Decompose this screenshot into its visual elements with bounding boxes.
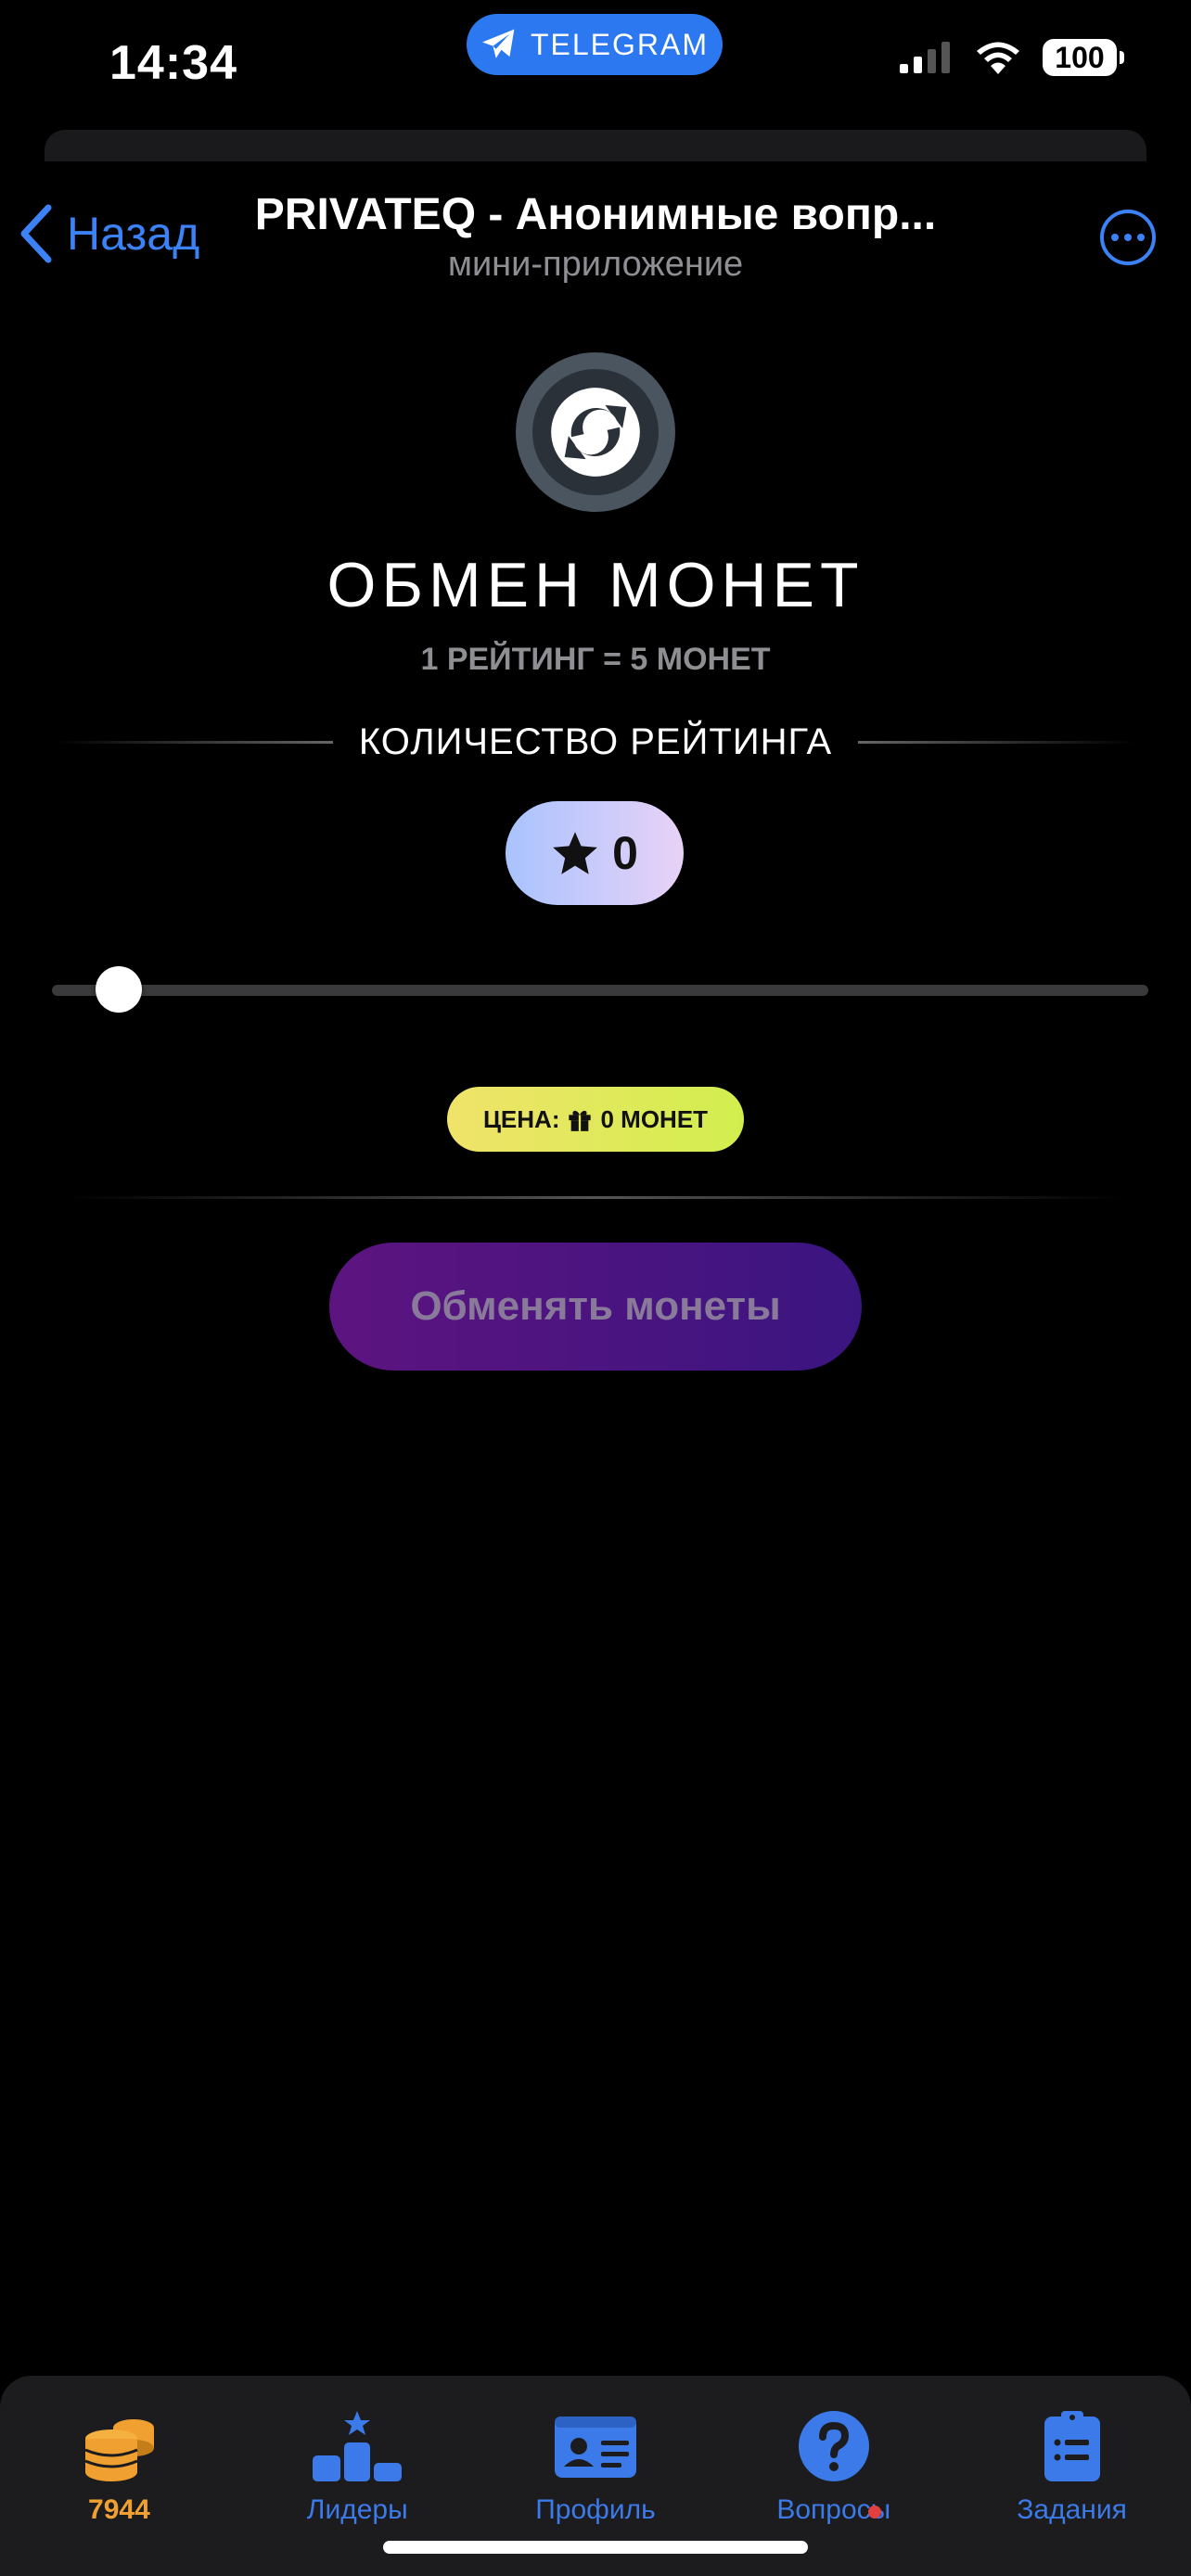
price-badge: ЦЕНА: 0 МОНЕТ bbox=[447, 1087, 744, 1152]
exchange-title: ОБМЕН МОНЕТ bbox=[327, 550, 864, 620]
star-icon bbox=[553, 832, 597, 874]
cellular-signal-icon bbox=[900, 42, 950, 73]
tab-tasks-label: Задания bbox=[1017, 2494, 1127, 2525]
status-indicators: 100 bbox=[898, 39, 1124, 76]
sheet-top-edge bbox=[45, 130, 1146, 161]
battery-indicator: 100 bbox=[1043, 39, 1124, 76]
question-icon bbox=[798, 2411, 869, 2481]
id-card-icon bbox=[554, 2417, 636, 2478]
more-dot bbox=[1137, 234, 1145, 241]
tab-profile-label: Профиль bbox=[535, 2494, 656, 2525]
tab-tasks[interactable]: Задания bbox=[953, 2376, 1191, 2576]
more-dot bbox=[1124, 234, 1132, 241]
divider-left bbox=[56, 741, 333, 744]
rating-amount-pill: 0 bbox=[506, 801, 684, 905]
wifi-icon bbox=[977, 42, 1019, 74]
podium-icon bbox=[313, 2411, 403, 2481]
amount-section-header: КОЛИЧЕСТВО РЕЙТИНГА bbox=[56, 721, 1135, 763]
coins-icon bbox=[84, 2419, 155, 2481]
app-title: PRIVATEQ - Анонимные вопр... bbox=[254, 190, 937, 239]
rating-slider-thumb[interactable] bbox=[96, 966, 142, 1013]
price-prefix: ЦЕНА: bbox=[482, 1104, 560, 1133]
gift-icon bbox=[569, 1110, 592, 1131]
section-divider bbox=[65, 1196, 1126, 1199]
exchange-arrows-icon bbox=[516, 352, 675, 512]
more-dot bbox=[1111, 234, 1119, 241]
price-value: 0 МОНЕТ bbox=[600, 1104, 709, 1133]
app-subtitle: мини-приложение bbox=[447, 245, 744, 284]
status-time: 14:34 bbox=[109, 36, 237, 90]
home-indicator bbox=[383, 2541, 808, 2554]
exchange-rate: 1 РЕЙТИНГ = 5 МОНЕТ bbox=[420, 642, 771, 677]
telegram-icon bbox=[481, 29, 515, 58]
telegram-pill-label: TELEGRAM bbox=[530, 27, 710, 61]
amount-label: КОЛИЧЕСТВО РЕЙТИНГА bbox=[358, 721, 833, 762]
divider-right bbox=[858, 741, 1135, 744]
tab-coins-label: 7944 bbox=[88, 2494, 150, 2525]
telegram-pill[interactable]: TELEGRAM bbox=[467, 14, 723, 75]
tab-coins[interactable]: 7944 bbox=[0, 2376, 238, 2576]
more-options-button[interactable] bbox=[1100, 210, 1156, 265]
clipboard-icon bbox=[1044, 2411, 1100, 2481]
rating-slider-track[interactable] bbox=[52, 985, 1148, 996]
exchange-coins-button[interactable]: Обменять монеты bbox=[329, 1243, 862, 1371]
rating-value: 0 bbox=[612, 827, 638, 879]
tab-leaders-label: Лидеры bbox=[306, 2494, 408, 2525]
